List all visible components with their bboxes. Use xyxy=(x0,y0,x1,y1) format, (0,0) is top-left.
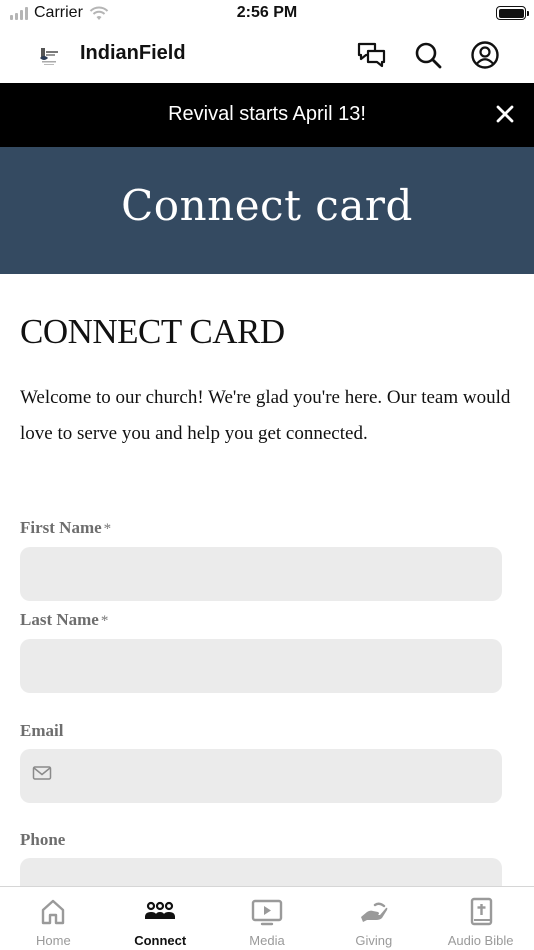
required-marker: * xyxy=(103,521,112,537)
people-icon xyxy=(145,901,176,919)
last-name-label-text: Last Name xyxy=(20,610,99,629)
intro-text: Welcome to our church! We're glad you're… xyxy=(20,387,511,444)
first-name-input[interactable] xyxy=(20,547,502,601)
tab-label: Media xyxy=(249,933,285,948)
church-logo xyxy=(36,42,62,68)
mail-icon xyxy=(32,766,52,780)
tab-label: Audio Bible xyxy=(447,933,514,948)
tab-label: Connect xyxy=(134,933,187,948)
bible-icon xyxy=(470,897,492,926)
email-input[interactable] xyxy=(20,749,502,803)
giving-hand-icon xyxy=(360,902,388,922)
announcement-banner[interactable]: Revival starts April 13! xyxy=(0,83,534,147)
email-label: Email xyxy=(20,721,63,741)
tab-audio-bible[interactable]: Audio Bible xyxy=(427,887,534,950)
tab-connect[interactable]: Connect xyxy=(107,887,214,950)
search-icon[interactable] xyxy=(412,39,444,71)
app-header: IndianField xyxy=(0,28,534,83)
tab-label: Home xyxy=(36,933,71,948)
phone-label-text: Phone xyxy=(20,830,66,849)
required-marker: * xyxy=(100,613,109,629)
page-heading: CONNECT CARD xyxy=(20,312,285,351)
email-label-text: Email xyxy=(20,721,64,740)
first-name-label: First Name * xyxy=(20,518,111,538)
tab-giving[interactable]: Giving xyxy=(320,887,427,950)
last-name-label: Last Name * xyxy=(20,610,108,630)
last-name-input[interactable] xyxy=(20,639,502,693)
account-icon[interactable] xyxy=(469,39,501,71)
tab-home[interactable]: Home xyxy=(0,887,107,950)
hero-title: Connect card xyxy=(121,181,413,230)
status-time: 2:56 PM xyxy=(236,4,298,21)
tab-bar: Home Connect Media Giving Audio Bible xyxy=(0,886,534,950)
phone-label: Phone xyxy=(20,830,65,850)
app-title: IndianField xyxy=(80,42,186,64)
chat-icon[interactable] xyxy=(356,39,388,71)
close-icon[interactable] xyxy=(494,103,516,125)
first-name-label-text: First Name xyxy=(20,518,102,537)
hero-header: Connect card xyxy=(0,147,534,274)
announcement-text: Revival starts April 13! xyxy=(168,103,366,125)
home-icon xyxy=(42,899,65,925)
status-bar: Carrier 2:56 PM xyxy=(0,0,534,28)
battery-icon xyxy=(496,6,529,20)
tab-label: Giving xyxy=(355,933,393,948)
tab-media[interactable]: Media xyxy=(214,887,321,950)
play-screen-icon xyxy=(251,899,283,926)
